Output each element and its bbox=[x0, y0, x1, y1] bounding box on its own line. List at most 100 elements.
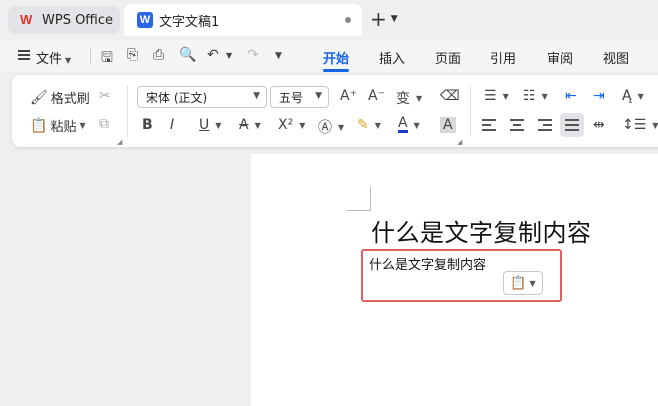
wps-logo-icon: W bbox=[20, 12, 33, 27]
file-menu-label: 文件 bbox=[36, 52, 63, 67]
superscript-button[interactable]: X² ▼ bbox=[278, 117, 305, 133]
chevron-down-icon: ▼ bbox=[413, 120, 420, 130]
new-tab-button[interactable]: + ▼ bbox=[370, 7, 398, 31]
line-spacing-icon: ↕☰ bbox=[622, 117, 647, 133]
clipboard-dialog-launcher-icon[interactable]: ◢ bbox=[117, 138, 122, 146]
document-tab[interactable]: W 文字文稿1 bbox=[124, 4, 362, 36]
unsaved-dot-icon[interactable] bbox=[345, 17, 351, 23]
align-center-icon[interactable] bbox=[510, 119, 524, 131]
clipboard-icon: 📋 bbox=[30, 117, 48, 134]
italic-icon: I bbox=[170, 117, 175, 133]
save-icon[interactable]: 🖫 bbox=[101, 47, 113, 71]
align-left-icon[interactable] bbox=[482, 119, 496, 131]
format-painter-button[interactable]: 🖌 格式刷 bbox=[30, 88, 90, 108]
chevron-down-icon: ▼ bbox=[652, 120, 658, 130]
chevron-down-icon: ▼ bbox=[315, 91, 322, 101]
line-spacing-button[interactable]: ↕☰ ▼ bbox=[622, 117, 658, 133]
numbering-button[interactable]: ☷ ▼ bbox=[523, 88, 548, 104]
page-margin-corner-mark bbox=[347, 187, 371, 211]
font-name-value: 宋体 (正文) bbox=[146, 90, 208, 105]
paste-options-button[interactable]: 📋 ▼ bbox=[503, 271, 543, 295]
increase-indent-icon: ⇥ bbox=[593, 88, 605, 104]
bullets-button[interactable]: ☰ ▼ bbox=[484, 88, 509, 104]
chevron-down-icon: ▼ bbox=[79, 121, 86, 130]
format-painter-label: 格式刷 bbox=[50, 92, 90, 107]
superscript-icon: X² bbox=[278, 117, 294, 133]
tab-insert[interactable]: 插入 bbox=[379, 48, 405, 67]
grow-font-icon: A⁺ bbox=[340, 88, 357, 104]
chevron-down-icon[interactable]: ▼ bbox=[391, 14, 398, 24]
phonetic-guide-icon: 变 bbox=[396, 91, 410, 107]
divider bbox=[470, 85, 471, 137]
undo-dropdown-icon[interactable]: ▼ bbox=[226, 51, 232, 60]
writer-doc-icon: W bbox=[137, 12, 153, 28]
text-direction-icon: Ą bbox=[622, 88, 632, 104]
bold-icon: B bbox=[142, 117, 153, 133]
bullet-list-icon: ☰ bbox=[484, 88, 497, 104]
wps-home-tab-label: WPS Office bbox=[42, 12, 114, 28]
divider bbox=[90, 49, 91, 63]
eraser-icon: ⌫ bbox=[440, 88, 460, 104]
bold-button[interactable]: B bbox=[142, 117, 156, 133]
underline-button[interactable]: U ▼ bbox=[199, 117, 221, 133]
font-color-icon: A bbox=[398, 115, 408, 133]
chevron-down-icon: ▼ bbox=[65, 56, 72, 65]
numbered-list-icon: ☷ bbox=[523, 88, 536, 104]
redo-icon[interactable]: ↷ bbox=[247, 47, 259, 63]
title-tab-bar: W WPS Office W 文字文稿1 + ▼ bbox=[0, 0, 658, 40]
text-effect-icon: Ⓐ bbox=[318, 120, 332, 136]
tab-view[interactable]: 视图 bbox=[603, 48, 629, 67]
export-pdf-icon[interactable]: ⎘ bbox=[127, 47, 138, 63]
grow-font-button[interactable]: A⁺ bbox=[340, 88, 360, 104]
shrink-font-icon: A⁻ bbox=[368, 88, 385, 104]
file-menu[interactable]: 文件 ▼ bbox=[36, 48, 71, 67]
tab-page[interactable]: 页面 bbox=[435, 48, 461, 67]
increase-indent-button[interactable]: ⇥ bbox=[593, 88, 608, 104]
more-chevron-icon[interactable]: ▼ bbox=[275, 51, 282, 61]
text-direction-button[interactable]: Ą ▼ bbox=[622, 88, 644, 104]
divider bbox=[127, 85, 128, 137]
align-right-icon[interactable] bbox=[538, 119, 552, 131]
phonetic-guide-button[interactable]: 变 ▼ bbox=[396, 88, 422, 108]
shrink-font-button[interactable]: A⁻ bbox=[368, 88, 388, 104]
menu-bar: 文件 ▼ 🖫 ⎘ ⎙ 🔍 ↶ ▼ ↷ ▼ 开始 插入 页面 引用 审阅 视图 bbox=[0, 40, 658, 72]
hamburger-menu-icon[interactable] bbox=[18, 50, 30, 60]
underline-icon: U bbox=[199, 117, 210, 133]
decrease-indent-button[interactable]: ⇤ bbox=[565, 88, 580, 104]
font-size-select[interactable]: 五号 ▼ bbox=[270, 86, 329, 108]
italic-button[interactable]: I bbox=[170, 117, 177, 133]
paste-button[interactable]: 📋 粘贴 ▼ bbox=[30, 116, 86, 136]
wps-home-tab[interactable]: W WPS Office bbox=[8, 6, 120, 34]
chevron-down-icon: ▼ bbox=[637, 91, 644, 101]
font-name-select[interactable]: 宋体 (正文) ▼ bbox=[137, 86, 267, 108]
print-icon[interactable]: ⎙ bbox=[153, 47, 164, 63]
character-shading-button[interactable]: A bbox=[440, 117, 459, 133]
chevron-down-icon: ▼ bbox=[541, 91, 548, 101]
distributed-button[interactable]: ⇹ bbox=[593, 117, 608, 133]
font-dialog-launcher-icon[interactable]: ◢ bbox=[457, 138, 462, 146]
tab-references[interactable]: 引用 bbox=[490, 48, 516, 67]
justify-icon[interactable] bbox=[565, 119, 579, 131]
strikethrough-button[interactable]: A ▼ bbox=[239, 117, 261, 133]
print-preview-icon[interactable]: 🔍 bbox=[179, 47, 196, 63]
chevron-down-icon: ▼ bbox=[254, 120, 261, 130]
text-effect-button[interactable]: Ⓐ ▼ bbox=[318, 117, 344, 137]
pasted-text[interactable]: 什么是文字复制内容 bbox=[369, 254, 486, 273]
copy-button[interactable]: ⧉ bbox=[99, 116, 112, 132]
distributed-align-icon: ⇹ bbox=[593, 117, 605, 133]
scissors-icon: ✂ bbox=[99, 88, 111, 104]
tab-review[interactable]: 审阅 bbox=[547, 48, 573, 67]
document-heading[interactable]: 什么是文字复制内容 bbox=[371, 213, 592, 248]
chevron-down-icon: ▼ bbox=[374, 120, 381, 130]
paste-label: 粘贴 bbox=[50, 120, 77, 135]
chevron-down-icon: ▼ bbox=[215, 120, 222, 130]
font-color-button[interactable]: A ▼ bbox=[398, 115, 420, 133]
highlighter-icon: ✎ bbox=[357, 117, 369, 133]
clear-format-button[interactable]: ⌫ bbox=[440, 88, 463, 104]
plus-icon: + bbox=[370, 7, 387, 31]
tab-home[interactable]: 开始 bbox=[323, 48, 349, 67]
undo-icon[interactable]: ↶ bbox=[207, 47, 219, 63]
highlight-button[interactable]: ✎ ▼ bbox=[357, 117, 381, 133]
clipboard-icon: 📋 bbox=[510, 275, 527, 291]
cut-button[interactable]: ✂ bbox=[99, 88, 114, 104]
